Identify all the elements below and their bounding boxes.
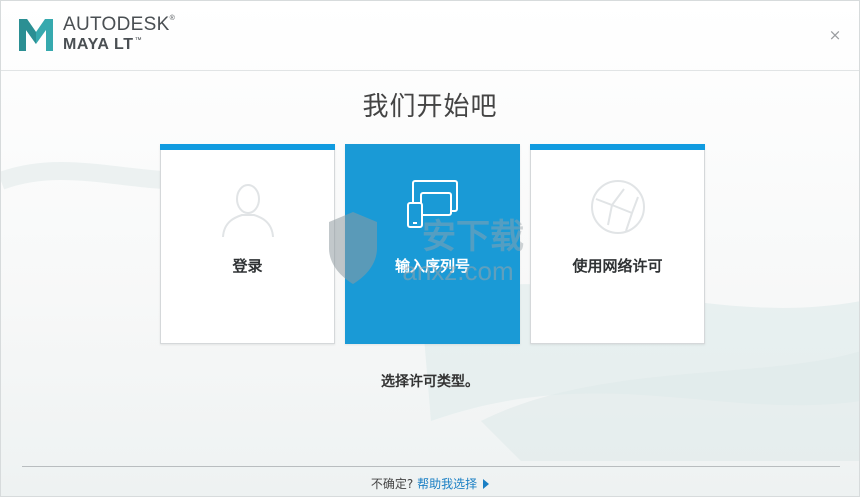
brand: AUTODESK® MAYA LT™ [63, 15, 175, 53]
card-accent-bar [530, 144, 705, 150]
card-accent-bar [160, 144, 335, 150]
brand-product: MAYA LT™ [63, 36, 143, 53]
footer-divider [22, 466, 840, 467]
license-type-prompt: 选择许可类型。 [381, 374, 479, 390]
license-dialog: AUTODESK® MAYA LT™ × 我们开始吧 登录 输入序列号 使用网络… [0, 0, 860, 497]
devices-icon [407, 180, 458, 228]
brand-company: AUTODESK® [63, 14, 176, 35]
page-title: 我们开始吧 [362, 92, 498, 122]
help-me-choose-link[interactable]: 帮助我选择 [417, 477, 490, 491]
option-label: 登录 [232, 257, 263, 275]
triangle-right-icon [483, 479, 490, 489]
network-globe-icon [591, 180, 645, 234]
option-serial-number[interactable]: 输入序列号 [345, 144, 520, 344]
user-silhouette-icon [222, 184, 274, 238]
footer: 不确定? 帮助我选择 [1, 475, 859, 492]
option-label: 输入序列号 [394, 257, 470, 275]
option-network-license[interactable]: 使用网络许可 [530, 144, 705, 344]
maya-logo-icon [19, 19, 53, 51]
header: AUTODESK® MAYA LT™ × [1, 1, 859, 71]
option-label: 使用网络许可 [572, 257, 663, 275]
close-button[interactable]: × [827, 27, 843, 43]
header-divider [1, 70, 859, 71]
footer-question: 不确定? [370, 477, 414, 491]
option-sign-in[interactable]: 登录 [160, 144, 335, 344]
